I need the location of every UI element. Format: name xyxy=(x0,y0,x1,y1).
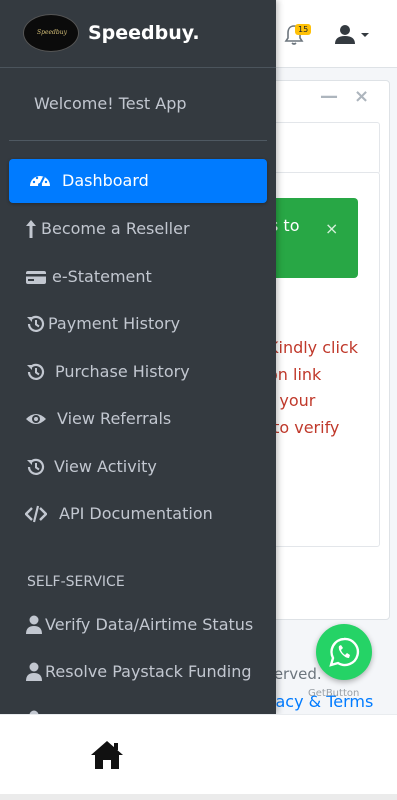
sidebar-item-resolve-paystack[interactable]: Resolve Paystack Funding xyxy=(9,650,267,694)
tachometer-icon xyxy=(30,176,50,187)
credit-card-icon xyxy=(26,271,46,284)
card-close-button[interactable]: × xyxy=(354,86,369,107)
home-icon[interactable] xyxy=(90,739,124,771)
sidebar-item-e-statement[interactable]: e-Statement xyxy=(9,255,267,299)
card-minimize-button[interactable]: — xyxy=(320,86,338,107)
bottom-nav xyxy=(0,714,397,794)
brand-logo: Speedbuy xyxy=(23,14,79,52)
history-icon xyxy=(27,363,45,380)
sidebar-item-dashboard[interactable]: Dashboard xyxy=(9,159,267,203)
sidebar-item-label: Dashboard xyxy=(62,171,149,190)
brand-logo-text: Speedbuy xyxy=(37,29,67,36)
sidebar-item-label: API Documentation xyxy=(59,504,213,523)
sidebar: Speedbuy Speedbuy. Welcome! Test App Das… xyxy=(0,0,276,714)
sidebar-item-payment-history[interactable]: Payment History xyxy=(9,302,267,346)
sidebar-item-label: View Activity xyxy=(54,457,157,476)
history-icon xyxy=(27,458,45,475)
success-alert xyxy=(265,198,358,278)
user-icon xyxy=(26,615,42,634)
notification-badge: 15 xyxy=(295,24,312,35)
system-bar xyxy=(0,794,397,800)
sidebar-divider xyxy=(9,140,267,141)
sidebar-item-verify-status[interactable]: Verify Data/Airtime Status xyxy=(9,603,267,647)
sidebar-item-become-reseller[interactable]: Become a Reseller xyxy=(9,207,267,251)
self-service-header: SELF-SERVICE xyxy=(27,574,125,590)
sidebar-item-label: Resolve Paystack Funding xyxy=(45,662,252,681)
brand-name: Speedbuy. xyxy=(88,22,200,44)
sidebar-item-label: Verify Data/Airtime Status xyxy=(45,615,254,634)
verify-notice-text: Kindly click on link t your to verify xyxy=(268,338,358,437)
whatsapp-button[interactable] xyxy=(316,624,372,680)
user-menu-icon[interactable] xyxy=(333,24,373,46)
sidebar-item-label: Purchase History xyxy=(55,362,190,381)
whatsapp-icon xyxy=(329,637,360,667)
sidebar-item-view-referrals[interactable]: View Referrals xyxy=(9,397,267,441)
sidebar-item-view-activity[interactable]: View Activity xyxy=(9,445,267,489)
arrow-up-icon xyxy=(26,220,36,238)
user-icon xyxy=(26,662,42,681)
history-icon xyxy=(27,315,45,332)
sidebar-item-purchase-history[interactable]: Purchase History xyxy=(9,350,267,394)
card-tools: — × xyxy=(318,86,378,107)
sidebar-item-label: View Referrals xyxy=(57,409,172,428)
sidebar-item-label: Payment History xyxy=(48,314,181,333)
sidebar-item-label: Become a Reseller xyxy=(41,219,190,238)
code-icon xyxy=(25,505,47,523)
alert-close-button[interactable]: × xyxy=(325,219,338,238)
eye-icon xyxy=(26,414,46,424)
sidebar-item-label: e-Statement xyxy=(52,267,152,286)
welcome-text: Welcome! Test App xyxy=(34,94,187,113)
brand[interactable]: Speedbuy Speedbuy. xyxy=(0,0,276,68)
getbutton-label: GetButton xyxy=(308,688,360,699)
sidebar-item-api-documentation[interactable]: API Documentation xyxy=(9,492,267,536)
sidebar-item-partial[interactable] xyxy=(9,698,267,714)
